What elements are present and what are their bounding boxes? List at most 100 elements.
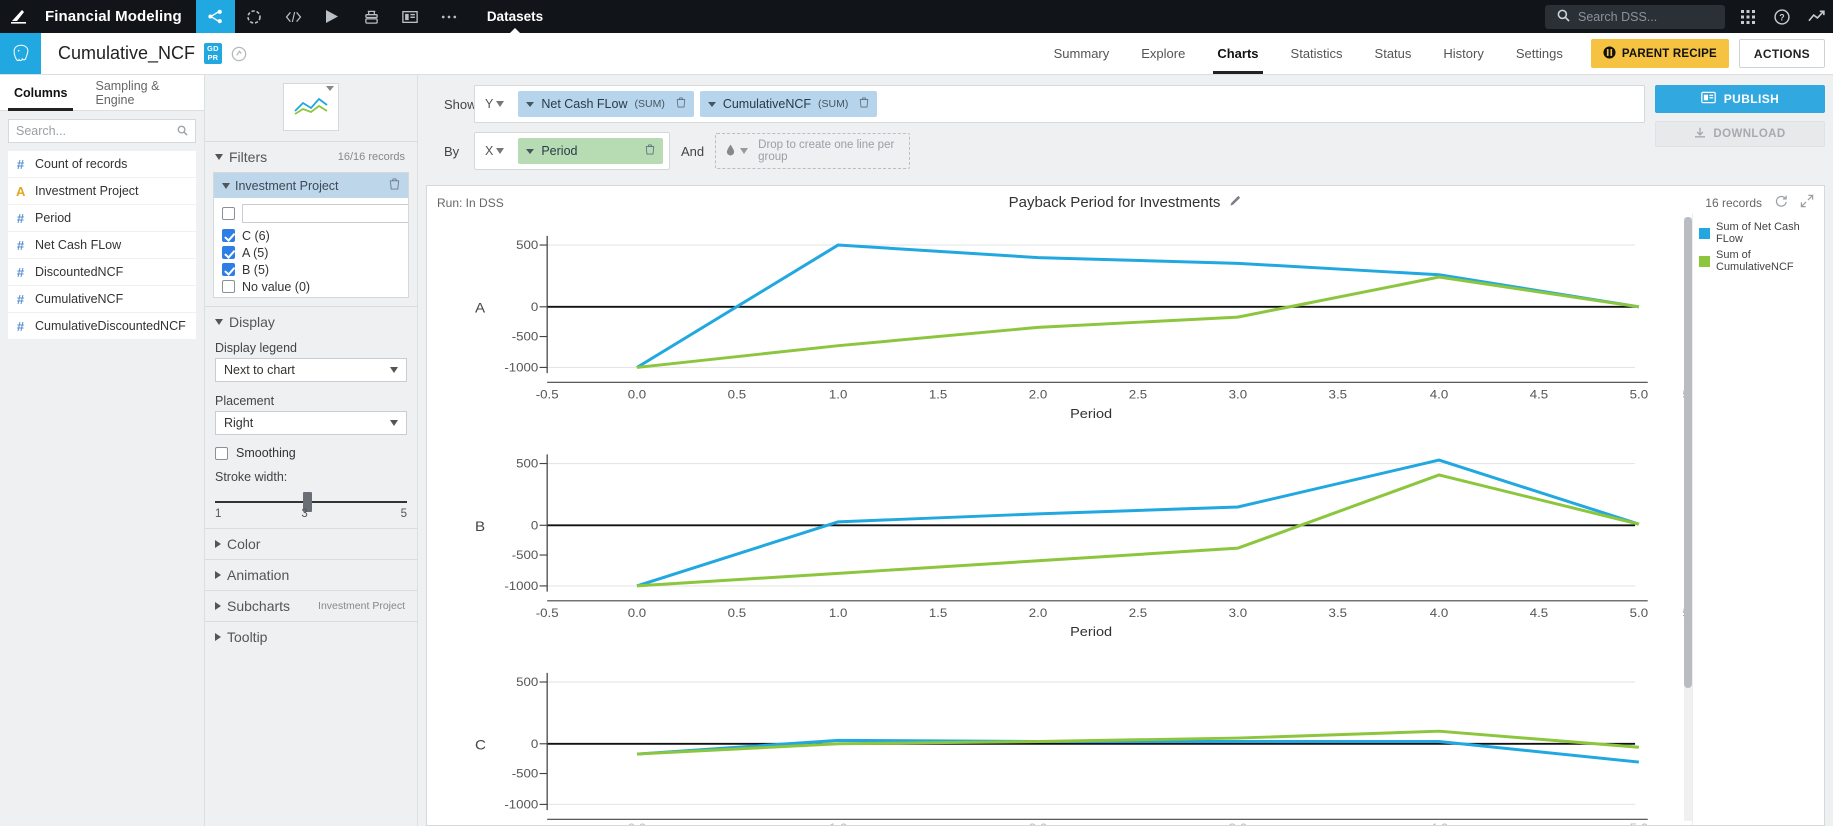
- display-section-header[interactable]: Display: [205, 306, 417, 337]
- publish-icon: [1700, 91, 1716, 107]
- column-item-cumulativencf[interactable]: # CumulativeNCF: [8, 286, 196, 312]
- x-axis-selector[interactable]: X: [481, 144, 512, 158]
- scrollbar-thumb[interactable]: [1684, 217, 1692, 689]
- smoothing-checkbox[interactable]: [215, 446, 228, 460]
- pencil-icon[interactable]: [1229, 194, 1242, 211]
- measure-pill-net-cash-flow[interactable]: Net Cash FLow (SUM): [518, 91, 694, 117]
- chevron-down-icon: [326, 86, 334, 91]
- measure-pill-cumulativencf[interactable]: CumulativeNCF (SUM): [699, 91, 878, 117]
- trash-icon[interactable]: [859, 97, 869, 111]
- tooltip-header-left: Tooltip: [215, 629, 267, 645]
- tab-statistics[interactable]: Statistics: [1275, 33, 1359, 74]
- filter-option-c[interactable]: C (6): [214, 227, 408, 244]
- ytick-b-neg500: -500: [512, 549, 539, 562]
- filter-checkbox[interactable]: [222, 229, 235, 242]
- placement-label: Placement: [215, 394, 275, 408]
- search-input[interactable]: [1578, 9, 1713, 24]
- filter-option-no-value[interactable]: No value (0): [214, 278, 408, 295]
- tab-status[interactable]: Status: [1359, 33, 1428, 74]
- subcharts-section-header[interactable]: Subcharts Investment Project: [205, 590, 417, 621]
- xtick-c-1: 0.0: [628, 821, 646, 825]
- tab-history[interactable]: History: [1427, 33, 1499, 74]
- color-drop-selector[interactable]: [726, 144, 749, 159]
- nav-datasets[interactable]: Datasets: [469, 0, 561, 34]
- column-item-period[interactable]: # Period: [8, 205, 196, 231]
- apps-grid-icon[interactable]: [1731, 0, 1765, 33]
- placement-select[interactable]: Right: [215, 411, 407, 435]
- columns-search-input[interactable]: [16, 124, 177, 138]
- color-drop-icon: [726, 144, 735, 159]
- filter-checkbox[interactable]: [222, 246, 235, 259]
- project-name[interactable]: Financial Modeling: [41, 0, 196, 33]
- global-search[interactable]: [1545, 4, 1725, 29]
- xtick-a-11: 5.0: [1630, 388, 1648, 401]
- animation-section-header[interactable]: Animation: [205, 559, 417, 590]
- filter-option-label: No value (0): [242, 279, 311, 294]
- download-icon: [1694, 127, 1706, 142]
- y-dropzone[interactable]: Y Net Cash FLow (SUM) CumulativeNCF (SUM…: [474, 85, 1645, 123]
- tooltip-section-header[interactable]: Tooltip: [205, 621, 417, 652]
- xtick-c-11: 5.0: [1630, 821, 1648, 825]
- dashboard-icon[interactable]: [391, 0, 430, 33]
- code-icon[interactable]: [274, 0, 313, 33]
- tab-charts[interactable]: Charts: [1201, 33, 1274, 74]
- column-item-net-cash-flow[interactable]: # Net Cash FLow: [8, 232, 196, 258]
- column-item-cumulativediscountedncf[interactable]: # CumulativeDiscountedNCF: [8, 313, 196, 339]
- xtick-a-1: 0.0: [628, 388, 646, 401]
- lab-icon[interactable]: [235, 0, 274, 33]
- dataset-name[interactable]: Cumulative_NCF: [58, 43, 195, 64]
- column-item-count-of-records[interactable]: # Count of records: [8, 151, 196, 177]
- legend-item-net-cash-flow[interactable]: Sum of Net Cash FLow: [1699, 221, 1818, 245]
- filter-title-left: Investment Project: [222, 179, 339, 193]
- chevron-right-icon: [215, 571, 221, 579]
- trash-icon[interactable]: [389, 178, 400, 193]
- filters-section-header[interactable]: Filters 16/16 records: [205, 141, 417, 172]
- jobs-play-icon[interactable]: [313, 0, 352, 33]
- column-item-investment-project[interactable]: A Investment Project: [8, 178, 196, 204]
- filter-checkbox[interactable]: [222, 263, 235, 276]
- filter-name: Investment Project: [235, 178, 339, 193]
- filter-title-row[interactable]: Investment Project: [214, 173, 408, 198]
- x-dropzone[interactable]: X Period: [474, 132, 670, 170]
- trash-icon[interactable]: [645, 144, 655, 158]
- legend-item-cumulativencf[interactable]: Sum of CumulativeNCF: [1699, 249, 1818, 273]
- column-label: Net Cash FLow: [35, 238, 122, 252]
- smoothing-row[interactable]: Smoothing: [205, 443, 417, 466]
- filter-option-a[interactable]: A (5): [214, 244, 408, 261]
- dataiku-bird-icon[interactable]: [0, 0, 41, 33]
- filter-checkbox[interactable]: [222, 280, 235, 293]
- download-button[interactable]: DOWNLOAD: [1655, 121, 1825, 147]
- tab-columns[interactable]: Columns: [0, 75, 81, 111]
- subcharts-scrollbar[interactable]: [1684, 217, 1692, 821]
- help-circle-icon[interactable]: ?: [1765, 0, 1799, 33]
- tab-settings[interactable]: Settings: [1500, 33, 1579, 74]
- parent-recipe-button[interactable]: PARENT RECIPE: [1590, 39, 1729, 68]
- y-axis-selector[interactable]: Y: [481, 97, 512, 111]
- column-item-discountedncf[interactable]: # DiscountedNCF: [8, 259, 196, 285]
- columns-search[interactable]: [8, 119, 196, 143]
- publish-button[interactable]: PUBLISH: [1655, 85, 1825, 113]
- tab-sampling-engine[interactable]: Sampling & Engine: [81, 75, 204, 110]
- automation-icon[interactable]: [352, 0, 391, 33]
- tab-summary[interactable]: Summary: [1038, 33, 1126, 74]
- actions-button[interactable]: ACTIONS: [1738, 39, 1825, 68]
- trash-icon[interactable]: [676, 97, 686, 111]
- filter-option-b[interactable]: B (5): [214, 261, 408, 278]
- flow-icon[interactable]: [195, 0, 235, 33]
- display-legend-select[interactable]: Next to chart: [215, 358, 407, 382]
- gdpr-badge[interactable]: GD PR: [204, 43, 222, 64]
- filter-select-all-checkbox[interactable]: [222, 207, 235, 220]
- expand-icon[interactable]: [1800, 194, 1814, 211]
- refresh-icon[interactable]: [1774, 194, 1788, 211]
- filter-search-input[interactable]: [242, 204, 408, 223]
- tab-explore[interactable]: Explore: [1125, 33, 1201, 74]
- build-status-icon[interactable]: [231, 46, 247, 62]
- stroke-width-slider[interactable]: 1 3 5: [205, 487, 417, 520]
- chevron-down-icon: [707, 101, 716, 107]
- trending-up-icon[interactable]: [1799, 0, 1833, 33]
- chart-type-selector[interactable]: [283, 83, 339, 131]
- more-icon[interactable]: [430, 0, 469, 33]
- color-section-header[interactable]: Color: [205, 528, 417, 559]
- group-dropzone[interactable]: Drop to create one line per group: [715, 133, 911, 169]
- dimension-pill-period[interactable]: Period: [518, 138, 663, 164]
